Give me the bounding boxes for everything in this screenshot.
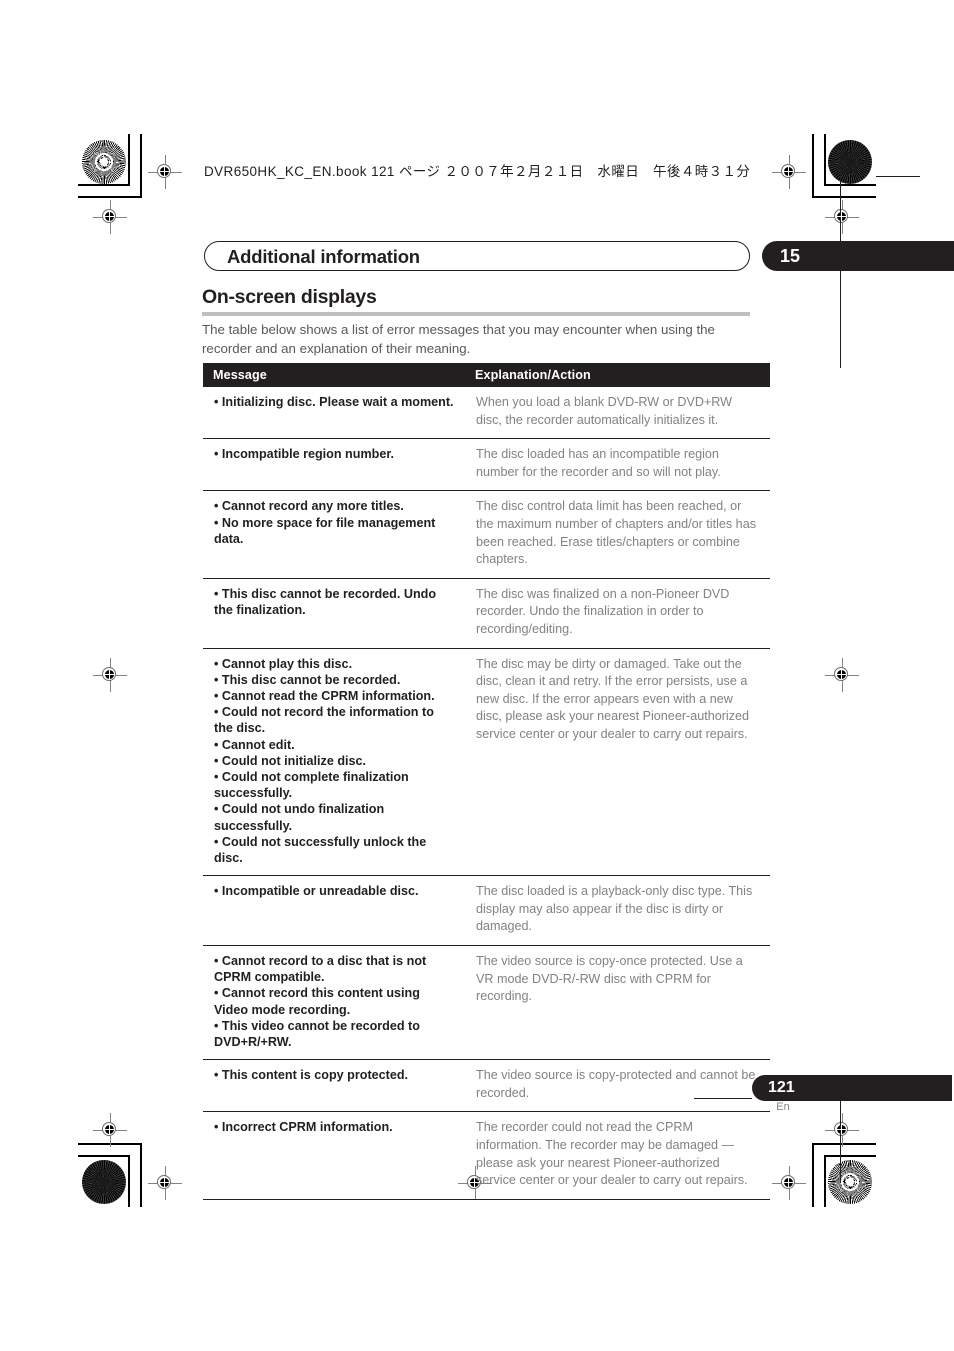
table-row: • Incompatible or unreadable disc. The di… <box>203 875 770 946</box>
page-number-badge: 121 <box>752 1075 952 1101</box>
registration-mark-bottom-right <box>772 1166 806 1200</box>
message-item: • Initializing disc. Please wait a momen… <box>214 395 454 409</box>
message-item: • Could not successfully unlock the disc… <box>214 834 427 865</box>
on-screen-messages-table: Message Explanation/Action • Initializin… <box>203 363 770 1200</box>
cell-message: • This disc cannot be recorded. Undo the… <box>203 578 465 649</box>
cell-message: • Initializing disc. Please wait a momen… <box>203 387 465 440</box>
table-row: • Cannot record to a disc that is not CP… <box>203 945 770 1061</box>
table-row: • Cannot record any more titles. • No mor… <box>203 490 770 579</box>
message-item: • This content is copy protected. <box>214 1068 409 1083</box>
chapter-title-bar: Additional information <box>204 241 750 271</box>
registration-mark-right-upper <box>825 200 859 234</box>
cell-explanation: The video source is copy-once protected.… <box>465 945 770 1061</box>
registration-mark-left-upper <box>93 200 127 234</box>
cell-explanation: The video source is copy-protected and c… <box>465 1059 770 1113</box>
registration-mark-left-lower <box>93 1113 127 1147</box>
crop-mark-top-left-vertical <box>128 134 130 186</box>
table-body: • Initializing disc. Please wait a momen… <box>203 387 770 1200</box>
message-item: • Cannot read the CPRM information. <box>214 688 435 703</box>
message-item: • Incompatible region number. <box>214 447 395 462</box>
cell-message: • Incompatible region number. <box>203 438 465 492</box>
cell-explanation: When you load a blank DVD-RW or DVD+RW d… <box>465 387 770 440</box>
message-item: • This video cannot be recorded to DVD+R… <box>214 1018 420 1049</box>
crop-mark-top-left-vertical-2 <box>140 134 142 198</box>
intro-paragraph: The table below shows a list of error me… <box>202 322 715 356</box>
message-item: • Could not complete finalization succes… <box>214 769 409 801</box>
crop-mark-top-right-vertical-2 <box>812 134 814 198</box>
table-row: • Cannot play this disc. • This disc cann… <box>203 648 770 877</box>
crop-mark-bottom-right-vertical-2 <box>812 1143 814 1207</box>
table-header-row: Message Explanation/Action <box>203 363 770 387</box>
message-item: • Cannot record this content using Video… <box>214 986 420 1017</box>
cell-message: • Incompatible or unreadable disc. <box>203 875 465 946</box>
page-language-label: En <box>776 1101 790 1113</box>
table-row: • Incompatible region number. The disc lo… <box>203 438 770 492</box>
registration-mark-top-left <box>148 155 182 189</box>
crop-mark-bottom-left-horizontal <box>78 1155 130 1157</box>
table-row: • This disc cannot be recorded. Undo the… <box>203 578 770 649</box>
message-item: • Incorrect CPRM information. <box>214 1120 393 1135</box>
message-item: • This disc cannot be recorded. <box>214 672 401 687</box>
cell-message: • Cannot record any more titles. • No mor… <box>203 490 465 579</box>
cell-message: • Incorrect CPRM information. <box>203 1111 465 1200</box>
registration-mark-right-lower <box>825 1113 859 1147</box>
print-file-header: DVR650HK_KC_EN.book 121 ページ ２００７年２月２１日 水… <box>204 164 751 179</box>
color-target-top-left <box>82 140 126 184</box>
section-divider <box>202 312 750 316</box>
column-header-message: Message <box>203 363 465 387</box>
cell-explanation: The recorder could not read the CPRM inf… <box>465 1111 770 1200</box>
message-item: • No more space for file management data… <box>214 515 436 546</box>
registration-mark-right-middle <box>825 658 859 692</box>
message-item: • Cannot record any more titles. <box>214 499 404 514</box>
table-row: • Incorrect CPRM information. The recorde… <box>203 1111 770 1200</box>
chapter-title: Additional information <box>227 246 420 267</box>
chapter-number-badge: 15 <box>762 241 954 271</box>
table-row: • Initializing disc. Please wait a momen… <box>203 387 770 440</box>
crop-mark-top-left-horizontal <box>78 184 130 186</box>
registration-mark-bottom-left <box>148 1166 182 1200</box>
cell-message: • Cannot play this disc. • This disc cann… <box>203 648 465 877</box>
message-item: • Could not undo finalization successful… <box>214 802 385 833</box>
registration-mark-top-right <box>772 155 806 189</box>
footer-divider <box>694 1098 752 1100</box>
message-item: • Could not record the information to th… <box>214 705 434 736</box>
crop-mark-top-left-horizontal-2 <box>78 196 142 198</box>
cell-explanation: The disc control data limit has been rea… <box>465 490 770 579</box>
page-title: On-screen displays <box>202 286 377 308</box>
message-item: • This disc cannot be recorded. Undo the… <box>214 586 437 617</box>
crop-mark-bottom-left-vertical <box>128 1155 130 1207</box>
crop-mark-top-right-vertical <box>824 134 826 186</box>
crop-mark-top-right-horizontal <box>824 184 876 186</box>
registration-mark-left-middle <box>93 658 127 692</box>
message-item: • Could not initialize disc. <box>214 753 367 768</box>
crop-mark-bottom-left-vertical-2 <box>140 1143 142 1207</box>
crop-mark-top-right-horizontal-2 <box>812 196 876 198</box>
message-item: • Cannot edit. <box>214 737 295 752</box>
cell-message: • This content is copy protected. <box>203 1059 465 1113</box>
cell-explanation: The disc loaded has an incompatible regi… <box>465 438 770 492</box>
message-item: • Incompatible or unreadable disc. <box>214 884 419 899</box>
column-header-explanation: Explanation/Action <box>465 363 770 387</box>
cell-explanation: The disc was finalized on a non-Pioneer … <box>465 578 770 649</box>
cell-explanation: The disc loaded is a playback-only disc … <box>465 875 770 946</box>
cell-message: • Cannot record to a disc that is not CP… <box>203 945 465 1061</box>
color-target-bottom-right <box>828 1160 872 1204</box>
color-target-bottom-left <box>82 1160 126 1204</box>
color-target-top-right <box>828 140 872 184</box>
message-item: • Cannot record to a disc that is not CP… <box>214 953 427 985</box>
message-item: • Cannot play this disc. <box>214 656 353 671</box>
table-row: • This content is copy protected. The vid… <box>203 1059 770 1113</box>
crop-mark-bottom-right-horizontal <box>824 1155 876 1157</box>
trim-guide-right-rule <box>876 176 920 177</box>
cell-explanation: The disc may be dirty or damaged. Take o… <box>465 648 770 877</box>
crop-mark-bottom-right-vertical <box>824 1155 826 1207</box>
table-head: Message Explanation/Action <box>203 363 770 387</box>
